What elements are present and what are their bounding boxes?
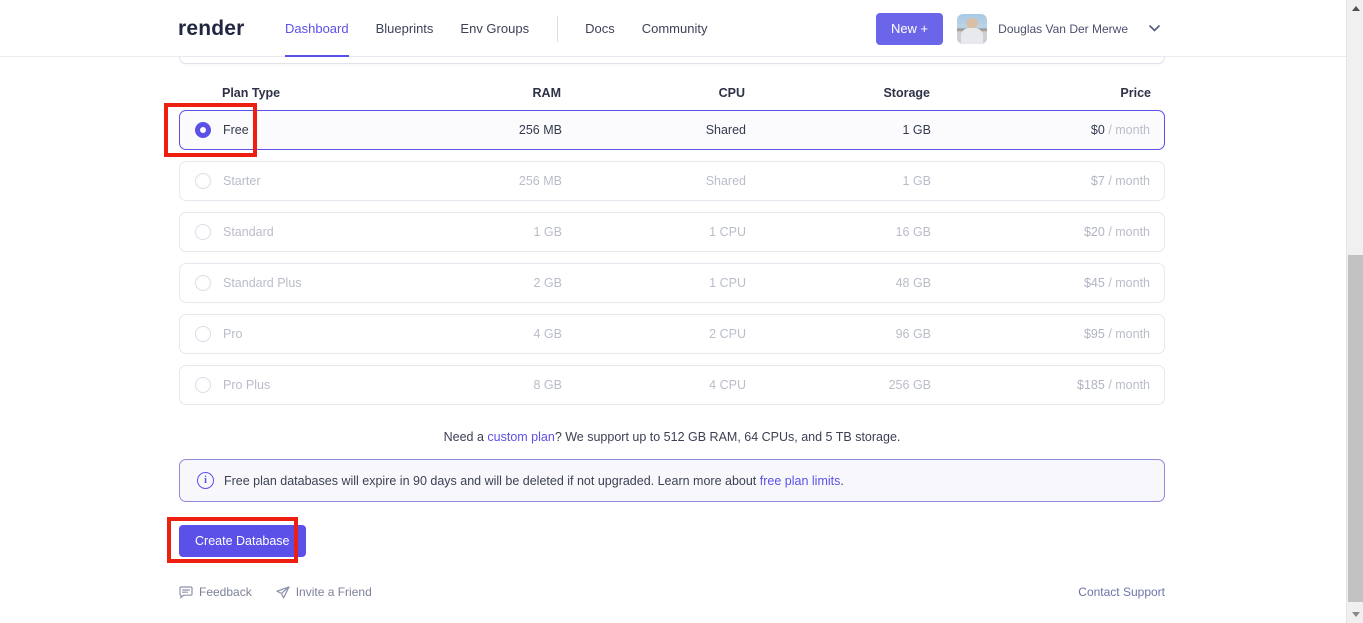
col-plan-type: Plan Type	[179, 86, 444, 100]
plan-ram: 1 GB	[445, 225, 565, 239]
paper-plane-icon	[276, 586, 290, 599]
invite-friend-button[interactable]: Invite a Friend	[276, 585, 372, 599]
footer: Feedback Invite a Friend Contact Support	[179, 583, 1165, 601]
user-name[interactable]: Douglas Van Der Merwe	[998, 22, 1128, 36]
tab-dashboard[interactable]: Dashboard	[285, 0, 349, 57]
nav-divider	[557, 16, 558, 42]
custom-plan-link[interactable]: custom plan	[487, 430, 554, 444]
free-plan-info-banner: i Free plan databases will expire in 90 …	[179, 459, 1165, 502]
plan-price: $45 / month	[934, 276, 1164, 290]
feedback-bubble-icon	[179, 586, 193, 599]
plan-price: $0 / month	[934, 123, 1164, 137]
col-storage: Storage	[748, 86, 933, 100]
plan-ram: 256 MB	[445, 123, 565, 137]
col-price: Price	[933, 86, 1165, 100]
plan-price: $7 / month	[934, 174, 1164, 188]
plan-row-standard-plus[interactable]: Standard Plus 2 GB 1 CPU 48 GB $45 / mon…	[179, 263, 1165, 303]
plan-cpu: Shared	[565, 123, 749, 137]
radio-unselected-icon[interactable]	[195, 275, 211, 291]
plan-name: Standard	[223, 225, 274, 239]
plan-name: Pro	[223, 327, 242, 341]
plan-row-pro-plus[interactable]: Pro Plus 8 GB 4 CPU 256 GB $185 / month	[179, 365, 1165, 405]
plan-storage: 16 GB	[749, 225, 934, 239]
plan-price: $95 / month	[934, 327, 1164, 341]
plan-storage: 1 GB	[749, 174, 934, 188]
plan-table-header: Plan Type RAM CPU Storage Price	[179, 85, 1165, 101]
feedback-label: Feedback	[199, 585, 252, 599]
radio-unselected-icon[interactable]	[195, 173, 211, 189]
plan-row-standard[interactable]: Standard 1 GB 1 CPU 16 GB $20 / month	[179, 212, 1165, 252]
top-nav-bar: render Dashboard Blueprints Env Groups D…	[0, 0, 1346, 57]
page: render Dashboard Blueprints Env Groups D…	[0, 0, 1346, 623]
plan-ram: 8 GB	[445, 378, 565, 392]
plan-name: Pro Plus	[223, 378, 270, 392]
plan-ram: 256 MB	[445, 174, 565, 188]
plan-cpu: 4 CPU	[565, 378, 749, 392]
main-nav: Dashboard Blueprints Env Groups Docs Com…	[285, 0, 734, 57]
vertical-scrollbar[interactable]	[1346, 0, 1363, 623]
col-ram: RAM	[444, 86, 564, 100]
plan-name: Standard Plus	[223, 276, 302, 290]
invite-friend-label: Invite a Friend	[296, 585, 372, 599]
plan-cpu: 2 CPU	[565, 327, 749, 341]
scrollbar-thumb[interactable]	[1348, 255, 1363, 602]
plan-cpu: 1 CPU	[565, 225, 749, 239]
scrollbar-down-arrow[interactable]	[1347, 606, 1363, 623]
plan-storage: 48 GB	[749, 276, 934, 290]
plan-row-starter[interactable]: Starter 256 MB Shared 1 GB $7 / month	[179, 161, 1165, 201]
plan-row-free[interactable]: Free 256 MB Shared 1 GB $0 / month	[179, 110, 1165, 150]
radio-unselected-icon[interactable]	[195, 224, 211, 240]
new-button[interactable]: New +	[876, 13, 943, 45]
col-cpu: CPU	[564, 86, 748, 100]
plan-ram: 4 GB	[445, 327, 565, 341]
tab-blueprints[interactable]: Blueprints	[376, 0, 434, 57]
user-avatar[interactable]	[957, 14, 987, 44]
plan-price: $20 / month	[934, 225, 1164, 239]
info-icon: i	[197, 472, 214, 489]
plan-name: Starter	[223, 174, 261, 188]
plan-ram: 2 GB	[445, 276, 565, 290]
custom-plan-note: Need a custom plan? We support up to 512…	[179, 430, 1165, 444]
plan-price: $185 / month	[934, 378, 1164, 392]
chevron-down-icon[interactable]	[1149, 25, 1160, 32]
free-plan-limits-link[interactable]: free plan limits	[760, 474, 841, 488]
radio-unselected-icon[interactable]	[195, 377, 211, 393]
radio-selected-icon[interactable]	[195, 122, 211, 138]
plan-cpu: Shared	[565, 174, 749, 188]
create-database-button[interactable]: Create Database	[179, 525, 306, 557]
radio-unselected-icon[interactable]	[195, 326, 211, 342]
tab-community[interactable]: Community	[642, 0, 708, 57]
clipped-select-bottom	[179, 57, 1165, 64]
header-right-group: New + Douglas Van Der Merwe	[876, 0, 1160, 57]
scrollbar-up-arrow[interactable]	[1347, 0, 1363, 17]
plan-name: Free	[223, 123, 249, 137]
plan-row-pro[interactable]: Pro 4 GB 2 CPU 96 GB $95 / month	[179, 314, 1165, 354]
tab-docs[interactable]: Docs	[585, 0, 615, 57]
tab-env-groups[interactable]: Env Groups	[460, 0, 529, 57]
plan-storage: 1 GB	[749, 123, 934, 137]
avatar-photo	[966, 18, 978, 29]
plan-cpu: 1 CPU	[565, 276, 749, 290]
plan-storage: 256 GB	[749, 378, 934, 392]
plan-storage: 96 GB	[749, 327, 934, 341]
render-logo[interactable]: render	[178, 0, 245, 57]
feedback-button[interactable]: Feedback	[179, 585, 252, 599]
contact-support-link[interactable]: Contact Support	[1078, 585, 1165, 599]
